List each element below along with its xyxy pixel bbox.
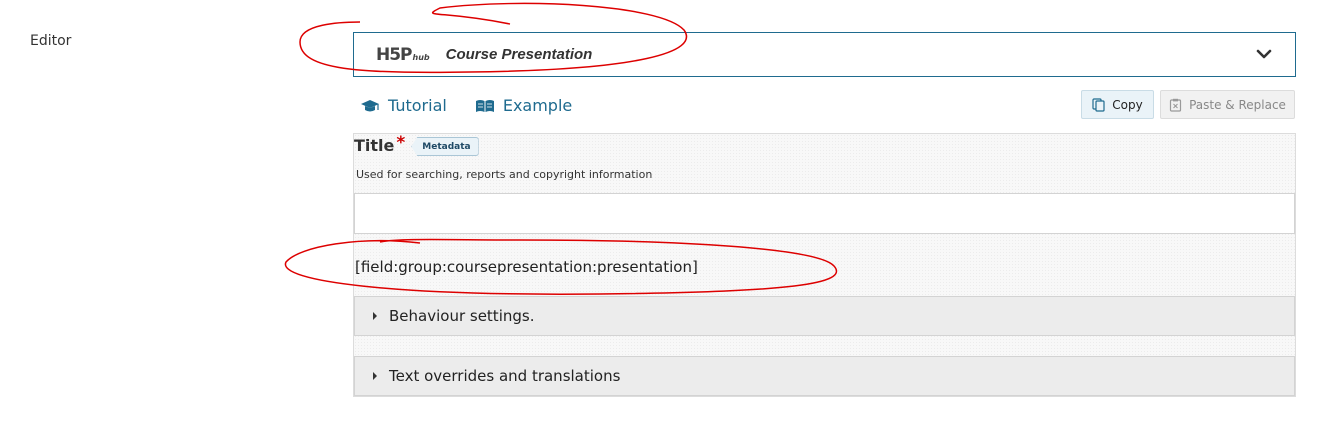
copy-label: Copy [1112,97,1143,112]
text-overrides-group[interactable]: Text overrides and translations [354,356,1295,396]
open-book-icon [475,99,494,112]
caret-right-icon [373,312,377,320]
paste-replace-button[interactable]: Paste & Replace [1160,90,1295,119]
metadata-button[interactable]: Metadata [411,137,479,156]
content-type-title: Course Presentation [445,46,593,63]
field-placeholder-text: [field:group:coursepresentation:presenta… [355,258,698,276]
title-description: Used for searching, reports and copyrigh… [356,168,653,181]
required-marker: * [396,133,406,153]
copy-icon [1092,97,1105,112]
group-label: Text overrides and translations [389,367,621,385]
content-form: Title * Metadata Used for searching, rep… [353,133,1296,397]
paste-icon [1169,98,1182,112]
behaviour-settings-group[interactable]: Behaviour settings. [354,296,1295,336]
editor-field-label: Editor [30,33,72,49]
tutorial-link[interactable]: Tutorial [360,96,447,115]
title-field-label: Title * Metadata [354,133,479,156]
example-link[interactable]: Example [475,96,572,115]
example-label: Example [502,96,573,115]
copy-button[interactable]: Copy [1081,90,1154,119]
content-type-selector[interactable]: H5P hub Course Presentation [353,32,1296,77]
tutorial-label: Tutorial [388,96,447,115]
h5p-hub-logo: H5P hub [376,44,430,65]
group-label: Behaviour settings. [389,307,535,325]
title-input[interactable] [354,193,1295,234]
graduation-cap-icon [361,99,379,111]
chevron-down-icon[interactable] [1255,45,1273,63]
caret-right-icon [373,372,377,380]
paste-replace-label: Paste & Replace [1189,97,1286,112]
